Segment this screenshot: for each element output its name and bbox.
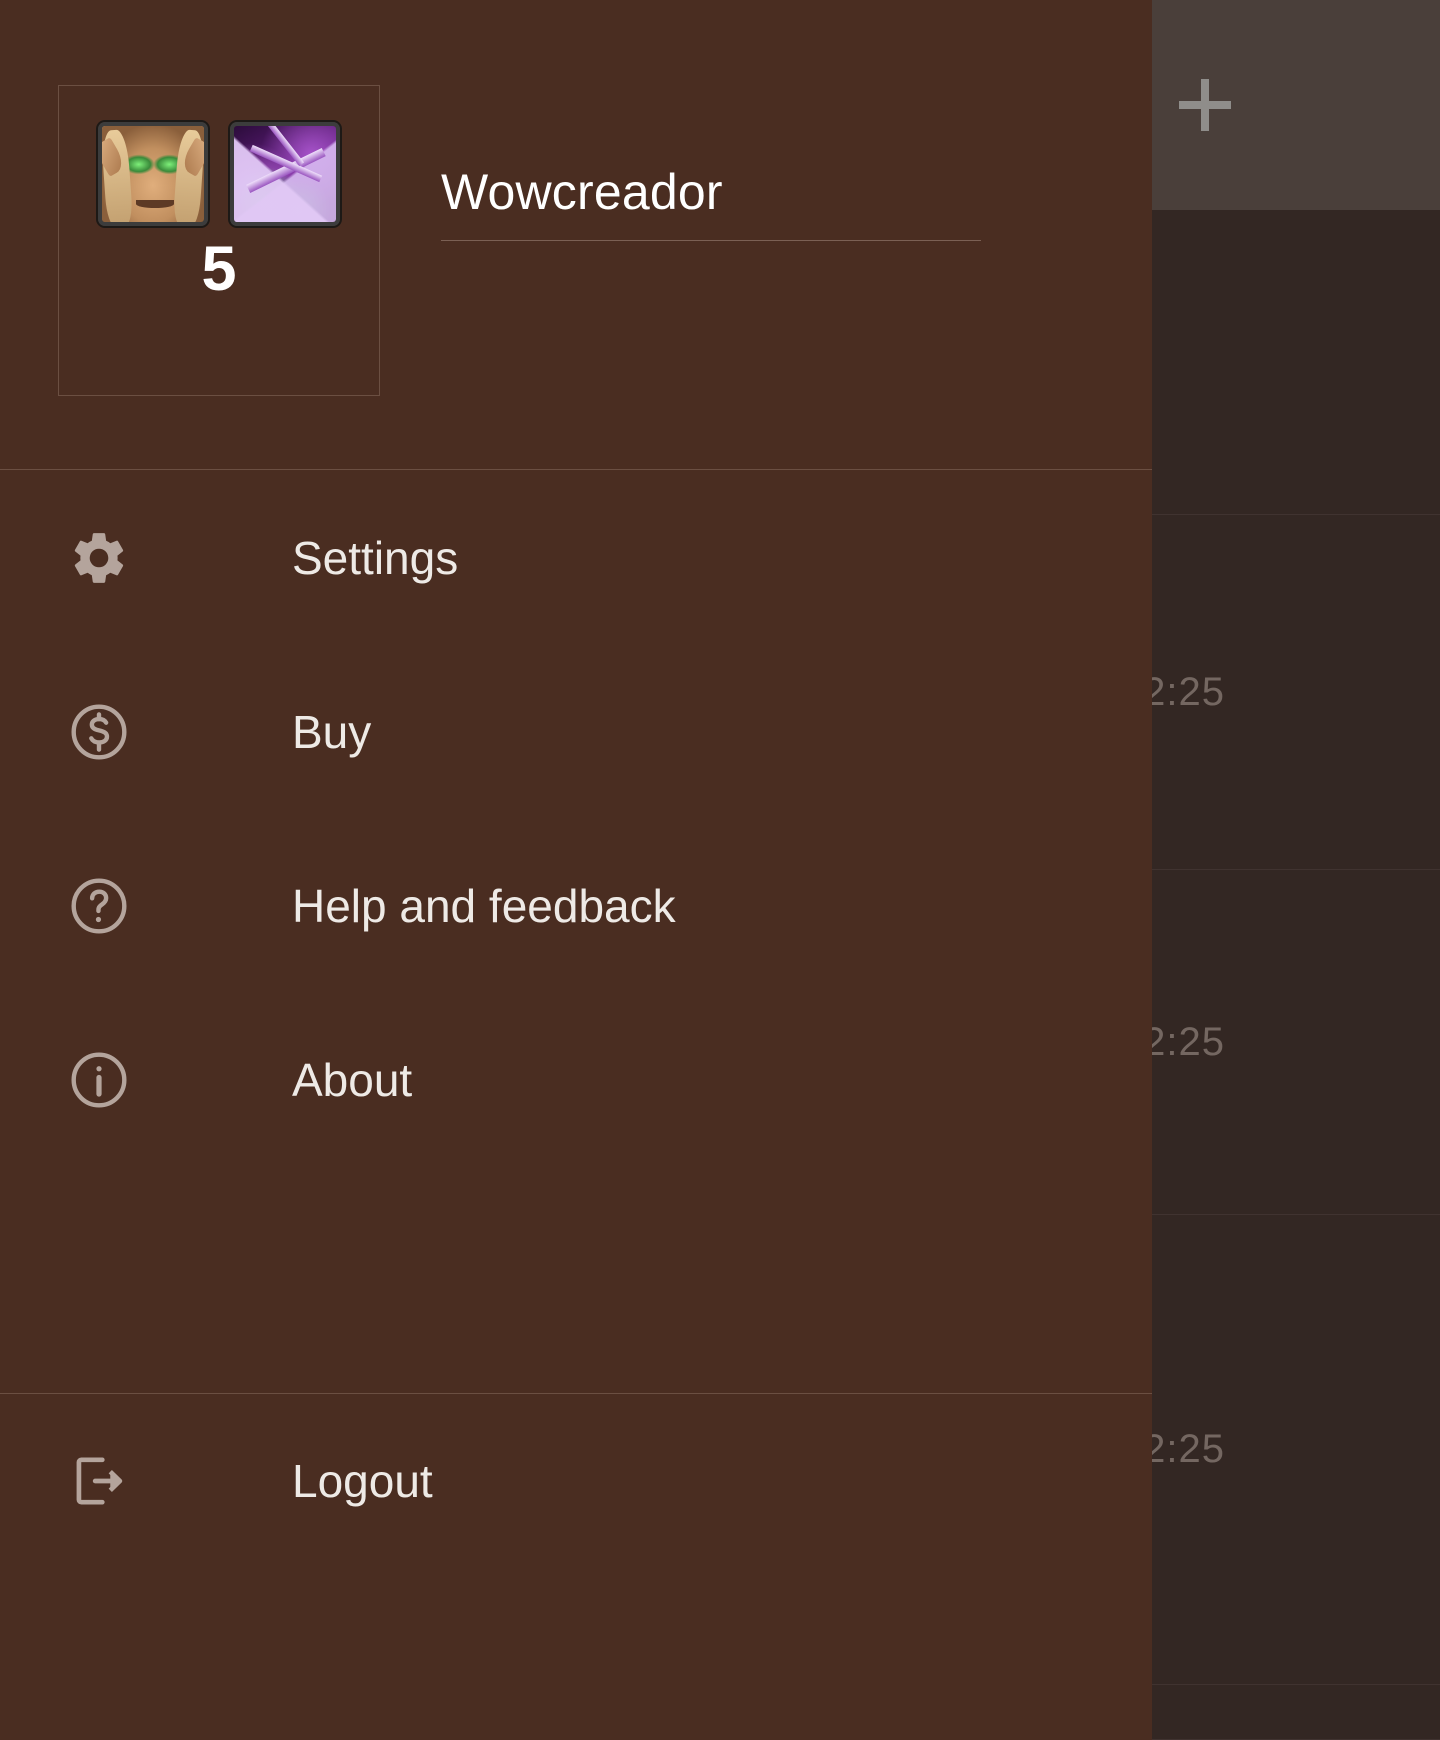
- character-portrait-icon[interactable]: [98, 122, 208, 226]
- account-name: Wowcreador: [441, 164, 723, 220]
- drawer-header: 5 Wowcreador: [0, 0, 1152, 470]
- menu-item-label: Settings: [292, 532, 459, 584]
- account-switcher[interactable]: 5: [58, 85, 380, 396]
- menu-item-about[interactable]: About: [0, 993, 1152, 1167]
- account-name-underline: [441, 240, 981, 241]
- menu-item-buy[interactable]: Buy: [0, 645, 1152, 819]
- question-circle-icon: [66, 872, 132, 940]
- list-item-time: 12:25: [1119, 1427, 1225, 1471]
- add-button[interactable]: [1150, 60, 1260, 150]
- menu-item-logout[interactable]: Logout: [0, 1394, 1152, 1568]
- list-item-time: 12:25: [1119, 1019, 1225, 1064]
- drawer-menu-primary: Settings Buy Help and feedback About: [0, 471, 1152, 1167]
- menu-item-settings[interactable]: Settings: [0, 471, 1152, 645]
- list-item-time: 12:25: [1119, 669, 1225, 714]
- gear-icon: [66, 527, 132, 589]
- menu-item-label: Help and feedback: [292, 880, 676, 932]
- account-icons: [59, 122, 379, 226]
- account-count: 5: [201, 234, 237, 304]
- spell-icon[interactable]: [230, 122, 340, 226]
- navigation-drawer: 5 Wowcreador Settings Buy Help and feedb…: [0, 0, 1152, 1740]
- info-circle-icon: [66, 1046, 132, 1114]
- menu-item-label: Buy: [292, 706, 372, 758]
- logout-icon: [66, 1447, 132, 1515]
- menu-item-label: Logout: [292, 1455, 433, 1507]
- plus-icon: [1175, 75, 1235, 135]
- drawer-screen: 12:25 12:25 12:25 5 Wowcreador Settings …: [0, 0, 1440, 1740]
- dollar-circle-icon: [66, 698, 132, 766]
- menu-item-help[interactable]: Help and feedback: [0, 819, 1152, 993]
- menu-item-label: About: [292, 1054, 413, 1106]
- drawer-menu-secondary: Logout: [0, 1394, 1152, 1568]
